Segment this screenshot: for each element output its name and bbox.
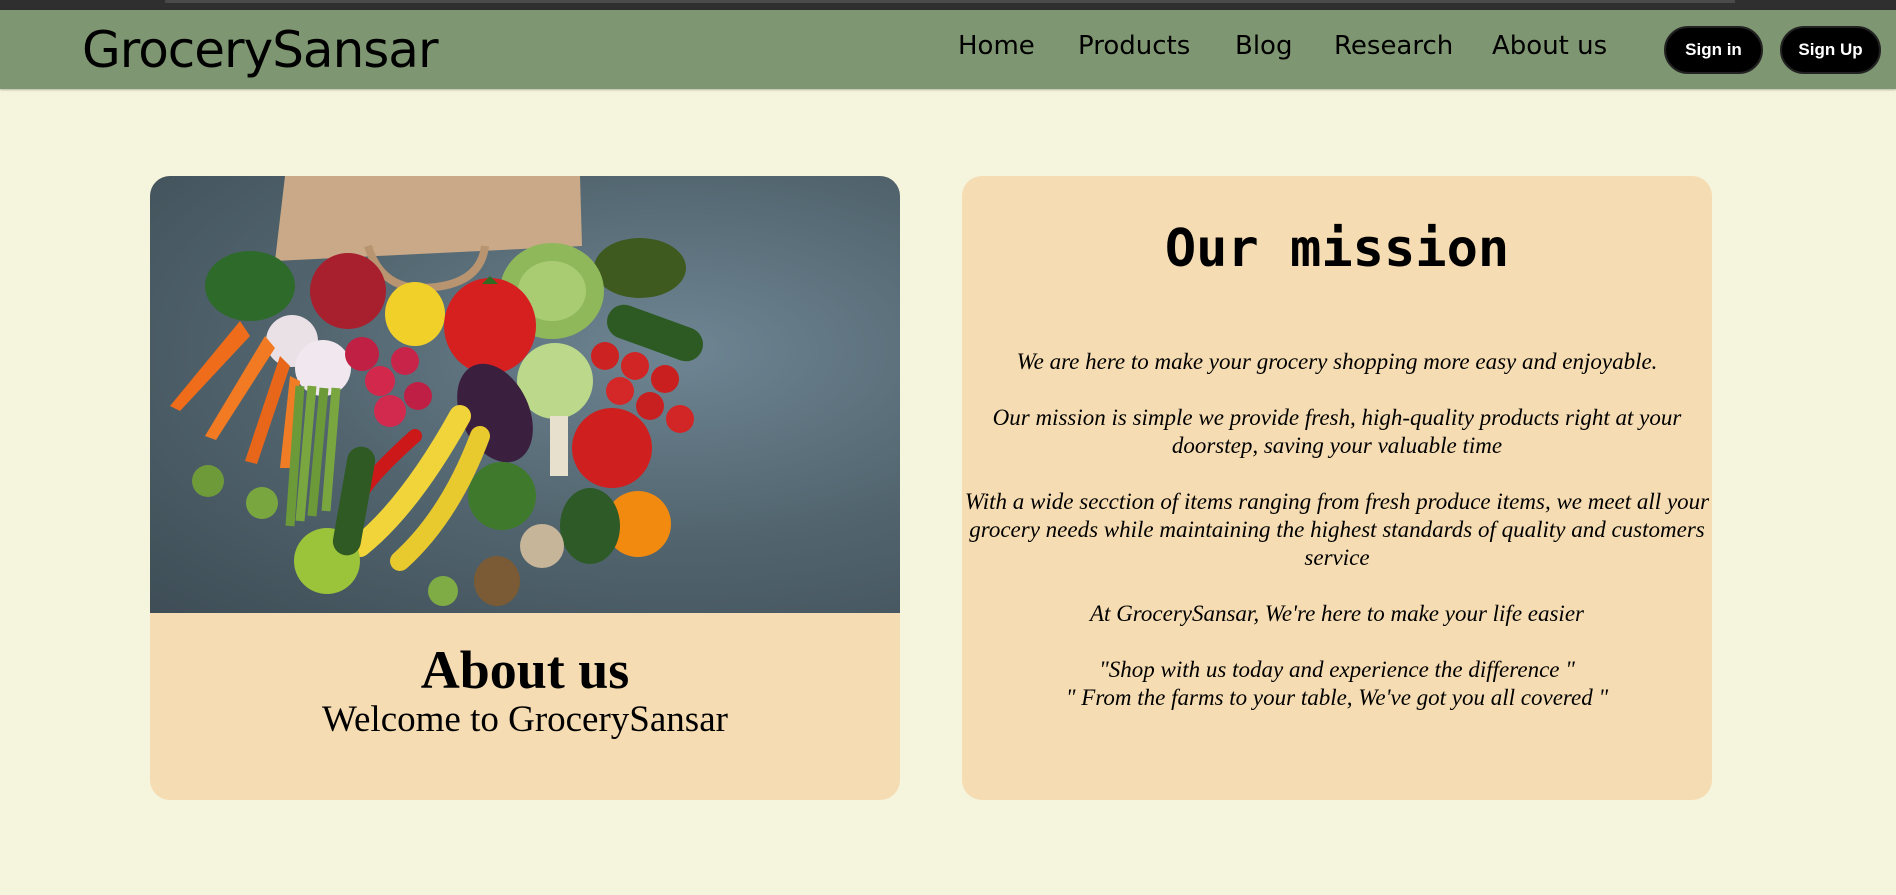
vegetables-illustration bbox=[170, 176, 704, 606]
nav-link-about-us[interactable]: About us bbox=[1492, 26, 1607, 68]
mission-card: Our mission We are here to make your gro… bbox=[962, 176, 1712, 800]
about-subtitle: Welcome to GrocerySansar bbox=[322, 699, 728, 740]
mission-paragraph: Our mission is simple we provide fresh, … bbox=[992, 405, 1682, 458]
about-title: About us bbox=[420, 640, 630, 700]
browser-tab-bar bbox=[165, 0, 1735, 3]
mission-quote: "Shop with us today and experience the d… bbox=[1099, 657, 1575, 682]
sign-in-button[interactable]: Sign in bbox=[1664, 26, 1763, 74]
nav-link-blog[interactable]: Blog bbox=[1235, 26, 1292, 68]
about-card: About us Welcome to GrocerySansar bbox=[150, 176, 900, 800]
nav-link-research[interactable]: Research bbox=[1334, 26, 1453, 68]
mission-paragraph: We are here to make your grocery shoppin… bbox=[1016, 349, 1658, 374]
sign-up-button[interactable]: Sign Up bbox=[1780, 26, 1881, 74]
mission-paragraph: With a wide secction of items ranging fr… bbox=[964, 489, 1710, 570]
browser-chrome-strip bbox=[0, 0, 1896, 10]
navbar: GrocerySansar Home Products Blog Researc… bbox=[0, 10, 1896, 89]
brand-logo[interactable]: GrocerySansar bbox=[82, 20, 439, 80]
nav-link-products[interactable]: Products bbox=[1078, 26, 1190, 68]
nav-link-home[interactable]: Home bbox=[958, 26, 1035, 68]
mission-paragraph: At GrocerySansar, We're here to make you… bbox=[1090, 601, 1584, 626]
mission-body: We are here to make your grocery shoppin… bbox=[962, 348, 1712, 712]
mission-quote: " From the farms to your table, We've go… bbox=[1065, 685, 1609, 710]
mission-title: Our mission bbox=[1164, 219, 1510, 279]
vegetables-photo bbox=[150, 176, 900, 613]
